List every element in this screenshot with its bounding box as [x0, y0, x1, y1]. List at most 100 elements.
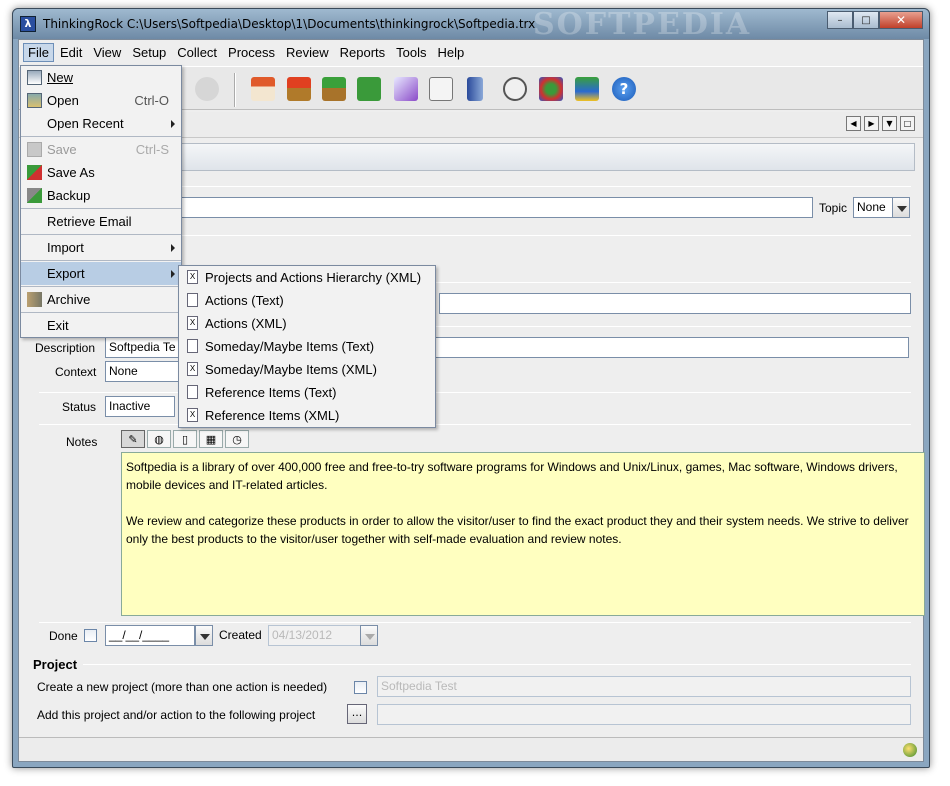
action-title-field[interactable]: [179, 197, 813, 218]
file-menu-backup[interactable]: Backup: [21, 184, 181, 207]
shapes-icon[interactable]: [539, 77, 563, 101]
cabinet-icon[interactable]: [467, 77, 483, 101]
attachment-icon[interactable]: ▯: [173, 430, 197, 448]
submenu-arrow-icon: [171, 270, 175, 278]
maximize-button[interactable]: □: [853, 11, 879, 29]
menu-view[interactable]: View: [88, 43, 126, 62]
new-project-name-field: Softpedia Test: [377, 676, 911, 697]
xml-file-icon: X: [187, 270, 198, 284]
notes-paragraph-2: We review and categorize these products …: [126, 514, 909, 546]
topic-dropdown-icon[interactable]: [892, 197, 910, 218]
file-menu-save-as[interactable]: Save As: [21, 161, 181, 184]
file-menu-import[interactable]: Import: [21, 236, 181, 259]
clock-icon[interactable]: ◷: [225, 430, 249, 448]
xml-file-icon: X: [187, 408, 198, 422]
open-icon: [27, 93, 42, 108]
menu-edit[interactable]: Edit: [55, 43, 87, 62]
file-menu-export[interactable]: Export: [21, 262, 181, 285]
notes-paragraph-1: Softpedia is a library of over 400,000 f…: [126, 460, 898, 492]
file-menu-open[interactable]: Open Ctrl-O: [21, 89, 181, 112]
menu-tools[interactable]: Tools: [391, 43, 431, 62]
home-icon[interactable]: [251, 77, 275, 101]
new-icon: [27, 70, 42, 85]
export-reference-xml[interactable]: X Reference Items (XML): [179, 404, 435, 427]
process-icon[interactable]: [322, 77, 346, 101]
file-menu-archive[interactable]: Archive: [21, 288, 181, 311]
file-menu-save: Save Ctrl-S: [21, 138, 181, 161]
minimize-button[interactable]: –: [827, 11, 853, 29]
description-label: Description: [35, 341, 96, 355]
calendar-icon[interactable]: ▦: [199, 430, 223, 448]
window-title: ThinkingRock C:\Users\Softpedia\Desktop\…: [43, 17, 536, 31]
help-icon[interactable]: ?: [612, 77, 636, 101]
pencil-icon[interactable]: ✎: [121, 430, 145, 448]
title-bar[interactable]: λ ThinkingRock C:\Users\Softpedia\Deskto…: [13, 7, 929, 42]
done-label: Done: [49, 629, 78, 643]
app-icon: λ: [20, 16, 36, 32]
menu-review[interactable]: Review: [281, 43, 334, 62]
created-date-dropdown-icon: [360, 625, 378, 646]
done-date-dropdown-icon[interactable]: [195, 625, 213, 646]
xml-file-icon: X: [187, 362, 198, 376]
done-date-field[interactable]: __/__/____: [105, 625, 195, 646]
topic-select[interactable]: None: [853, 197, 893, 218]
export-actions-text[interactable]: Actions (Text): [179, 289, 435, 312]
review-icon[interactable]: [429, 77, 453, 101]
notes-label: Notes: [66, 435, 98, 449]
nav-maximize-icon[interactable]: □: [900, 116, 915, 131]
file-menu-exit[interactable]: Exit: [21, 314, 181, 337]
export-actions-xml[interactable]: X Actions (XML): [179, 312, 435, 335]
menu-process[interactable]: Process: [223, 43, 280, 62]
topic-label: Topic: [819, 201, 848, 215]
undo-icon[interactable]: [195, 77, 219, 101]
created-date-field: 04/13/2012: [268, 625, 361, 646]
file-menu-new[interactable]: New: [21, 66, 181, 89]
file-menu-open-recent[interactable]: Open Recent: [21, 112, 181, 135]
status-label: Status: [62, 400, 97, 414]
done-checkbox[interactable]: [84, 629, 97, 642]
status-select[interactable]: Inactive: [105, 396, 175, 417]
menu-file[interactable]: File: [23, 42, 54, 62]
menu-collect[interactable]: Collect: [172, 43, 222, 62]
menu-reports[interactable]: Reports: [335, 43, 391, 62]
nav-down-icon[interactable]: ▼: [882, 116, 897, 131]
submenu-arrow-icon: [171, 244, 175, 252]
project-section-title: Project: [33, 657, 78, 672]
created-label: Created: [219, 628, 262, 642]
export-someday-text[interactable]: Someday/Maybe Items (Text): [179, 335, 435, 358]
archive-icon: [27, 292, 42, 307]
file-menu: New Open Ctrl-O Open Recent Save Ctrl-S …: [20, 65, 182, 338]
collect-icon[interactable]: [287, 77, 311, 101]
export-someday-xml[interactable]: X Someday/Maybe Items (XML): [179, 358, 435, 381]
status-globe-icon: [903, 743, 917, 757]
globe-icon[interactable]: ◍: [147, 430, 171, 448]
nav-left-icon[interactable]: ◀: [846, 116, 861, 131]
export-submenu: X Projects and Actions Hierarchy (XML) A…: [178, 265, 436, 428]
cubes-icon[interactable]: [575, 77, 599, 101]
folders-icon[interactable]: [357, 77, 381, 101]
choose-project-button[interactable]: ...: [347, 704, 367, 724]
notes-textarea[interactable]: Softpedia is a library of over 400,000 f…: [121, 452, 925, 616]
export-projects-actions-xml[interactable]: X Projects and Actions Hierarchy (XML): [179, 266, 435, 289]
create-project-checkbox[interactable]: [354, 681, 367, 694]
close-button[interactable]: ✕: [879, 11, 923, 29]
nav-right-icon[interactable]: ▶: [864, 116, 879, 131]
context-label: Context: [55, 365, 97, 379]
menu-setup[interactable]: Setup: [127, 43, 171, 62]
status-bar: [19, 737, 923, 761]
do-icon[interactable]: [394, 77, 418, 101]
save-icon: [27, 142, 42, 157]
menu-help[interactable]: Help: [433, 43, 470, 62]
xml-file-icon: X: [187, 316, 198, 330]
submenu-arrow-icon: [171, 120, 175, 128]
context-select[interactable]: None: [105, 361, 185, 382]
export-reference-text[interactable]: Reference Items (Text): [179, 381, 435, 404]
backup-icon: [27, 188, 42, 203]
menu-bar: File Edit View Setup Collect Process Rev…: [19, 40, 923, 64]
text-file-icon: [187, 293, 198, 307]
email-icon[interactable]: [503, 77, 527, 101]
editor-tabstrip: [179, 143, 915, 171]
file-menu-retrieve-email[interactable]: Retrieve Email: [21, 210, 181, 233]
outcome-field[interactable]: [439, 293, 911, 314]
create-project-label: Create a new project (more than one acti…: [37, 680, 328, 694]
